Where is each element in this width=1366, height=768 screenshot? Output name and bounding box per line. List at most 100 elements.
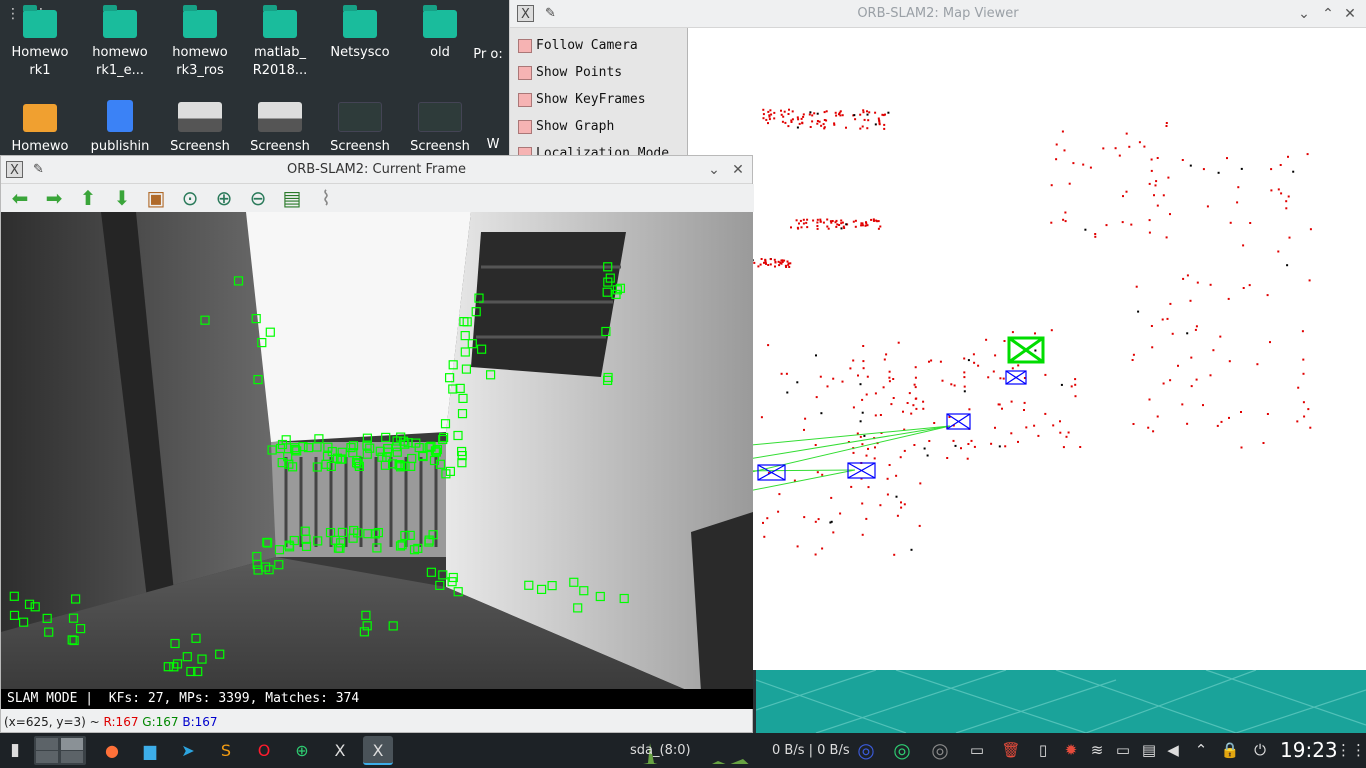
map-point: [780, 372, 783, 375]
cpu-monitor-icon[interactable]: ◎: [855, 736, 877, 765]
desktop-icon-homework1[interactable]: Homewo rk1: [0, 5, 80, 80]
back-arrow-icon[interactable]: ⬅: [7, 186, 33, 210]
map-point: [768, 118, 771, 121]
show-keyframes-checkbox[interactable]: Show KeyFrames: [510, 86, 687, 113]
current-frame-window[interactable]: X ✎ ORB-SLAM2: Current Frame ⌄ ✕ ⬅ ➡ ⬆ ⬇…: [0, 155, 754, 733]
map-point: [1301, 330, 1304, 333]
app-grid-icon[interactable]: ⋮⋮: [1336, 736, 1366, 765]
updates-icon[interactable]: ✹: [1060, 736, 1082, 765]
opera-icon[interactable]: O: [249, 736, 279, 765]
close-button[interactable]: ✕: [1340, 4, 1360, 24]
map-point: [1010, 400, 1013, 403]
desktop-icon-publishing[interactable]: publishin: [80, 100, 160, 156]
map-point: [1153, 194, 1155, 197]
x11-app-icon[interactable]: X: [6, 161, 23, 178]
show-graph-checkbox[interactable]: Show Graph: [510, 113, 687, 140]
clock[interactable]: 19:23: [1280, 736, 1338, 765]
map-point: [913, 383, 916, 386]
forward-arrow-icon[interactable]: ➡: [41, 186, 67, 210]
trash-icon[interactable]: 🗑: [1000, 736, 1022, 765]
pixel-coords: (x=625, y=3) ~: [4, 715, 100, 729]
application-launcher-icon[interactable]: ▮: [4, 736, 26, 765]
map-point: [795, 219, 798, 222]
power-icon[interactable]: ⏻: [1249, 736, 1271, 765]
firefox-icon[interactable]: ●: [97, 736, 127, 765]
telegram-icon[interactable]: ➤: [173, 736, 203, 765]
x11-window-button-1[interactable]: X: [325, 736, 355, 765]
desktop-icon-partial[interactable]: Pr o:: [468, 46, 508, 64]
show-points-checkbox[interactable]: Show Points: [510, 59, 687, 86]
map-point: [874, 392, 877, 395]
map-point: [999, 377, 1002, 380]
picture-icon[interactable]: ▣: [143, 186, 169, 210]
virtual-desktop-pager[interactable]: [34, 736, 86, 765]
map-point: [1240, 167, 1243, 170]
map-point: [1064, 220, 1067, 223]
map-point: [954, 444, 957, 447]
volume-icon[interactable]: ◀: [1162, 736, 1184, 765]
save-icon[interactable]: ▤: [279, 186, 305, 210]
desktop-icon-screenshot-3[interactable]: Screensh: [320, 102, 400, 156]
maximize-button[interactable]: ⌃: [1318, 4, 1338, 24]
show-desktop-icon[interactable]: ▭: [966, 736, 988, 765]
zoom-fit-icon[interactable]: ⊙: [177, 186, 203, 210]
map-point: [820, 124, 823, 127]
map-point: [830, 496, 833, 499]
map-point: [1074, 395, 1077, 398]
map-point: [906, 402, 909, 404]
down-arrow-icon[interactable]: ⬇: [109, 186, 135, 210]
map-point: [862, 111, 865, 114]
follow-camera-checkbox[interactable]: Follow Camera: [510, 32, 687, 59]
desktop-icon-partial-2[interactable]: W: [478, 136, 508, 154]
desktop-icon-homework3-ros[interactable]: homewo rk3_ros: [160, 5, 240, 80]
desktop-icon-screenshot-1[interactable]: Screensh: [160, 102, 240, 156]
sublime-text-icon[interactable]: S: [211, 736, 241, 765]
map-point: [861, 125, 864, 128]
map-point: [765, 118, 768, 121]
desktop-icon-homework-pkg[interactable]: Homewo: [0, 104, 80, 156]
desktop-icon-screenshot-2[interactable]: Screensh: [240, 102, 320, 156]
map-point: [841, 380, 844, 383]
keyframe: [1005, 370, 1027, 385]
tray-expand-icon[interactable]: ⌃: [1190, 736, 1212, 765]
desktop-icon-homework1-e[interactable]: homewo rk1_e...: [80, 5, 160, 80]
up-arrow-icon[interactable]: ⬆: [75, 186, 101, 210]
file-manager-icon[interactable]: ▆: [135, 736, 165, 765]
memory-monitor-icon[interactable]: ◎: [891, 736, 913, 765]
map-point: [928, 360, 930, 363]
x11-app-icon[interactable]: X: [517, 5, 534, 22]
desktop-icon-netsysco[interactable]: Netsysco: [320, 5, 400, 62]
swap-monitor-icon[interactable]: ◎: [929, 736, 951, 765]
x11-window-button-2[interactable]: X: [363, 736, 393, 765]
pin-icon[interactable]: ✎: [542, 5, 559, 22]
map-point: [973, 445, 976, 448]
close-button[interactable]: ✕: [728, 160, 748, 180]
map-point: [852, 406, 855, 409]
minimize-button[interactable]: ⌄: [1294, 4, 1314, 24]
map-point: [1279, 164, 1282, 166]
desktop-icon-matlab[interactable]: matlab_ R2018...: [240, 5, 320, 80]
add-app-icon[interactable]: ⊕: [287, 736, 317, 765]
map-point: [819, 375, 822, 378]
map-point: [883, 358, 886, 361]
usb-device-icon[interactable]: ▯: [1032, 736, 1054, 765]
map-point: [1033, 424, 1036, 427]
minimize-button[interactable]: ⌄: [704, 160, 724, 180]
wifi-icon[interactable]: ≋: [1086, 736, 1108, 765]
zoom-out-icon[interactable]: ⊖: [245, 186, 271, 210]
pin-icon[interactable]: ✎: [30, 161, 47, 178]
map-point: [845, 223, 848, 226]
clipboard-icon[interactable]: ▤: [1138, 736, 1160, 765]
camera-frame-image[interactable]: [1, 212, 753, 709]
map-point: [1137, 310, 1140, 313]
zoom-in-icon[interactable]: ⊕: [211, 186, 237, 210]
battery-icon[interactable]: ▭: [1112, 736, 1134, 765]
map-point: [773, 111, 776, 114]
map-viewer-titlebar[interactable]: X ✎ ORB-SLAM2: Map Viewer ⌄ ⌃ ✕: [510, 0, 1366, 28]
map-point: [767, 344, 770, 347]
current-frame-titlebar[interactable]: X ✎ ORB-SLAM2: Current Frame ⌄ ✕: [1, 156, 752, 184]
lock-icon[interactable]: 🔒: [1219, 736, 1241, 765]
map-point: [816, 120, 819, 122]
desktop-icon-screenshot-4[interactable]: Screensh: [400, 102, 480, 156]
clear-brush-icon[interactable]: ⌇: [313, 186, 339, 210]
